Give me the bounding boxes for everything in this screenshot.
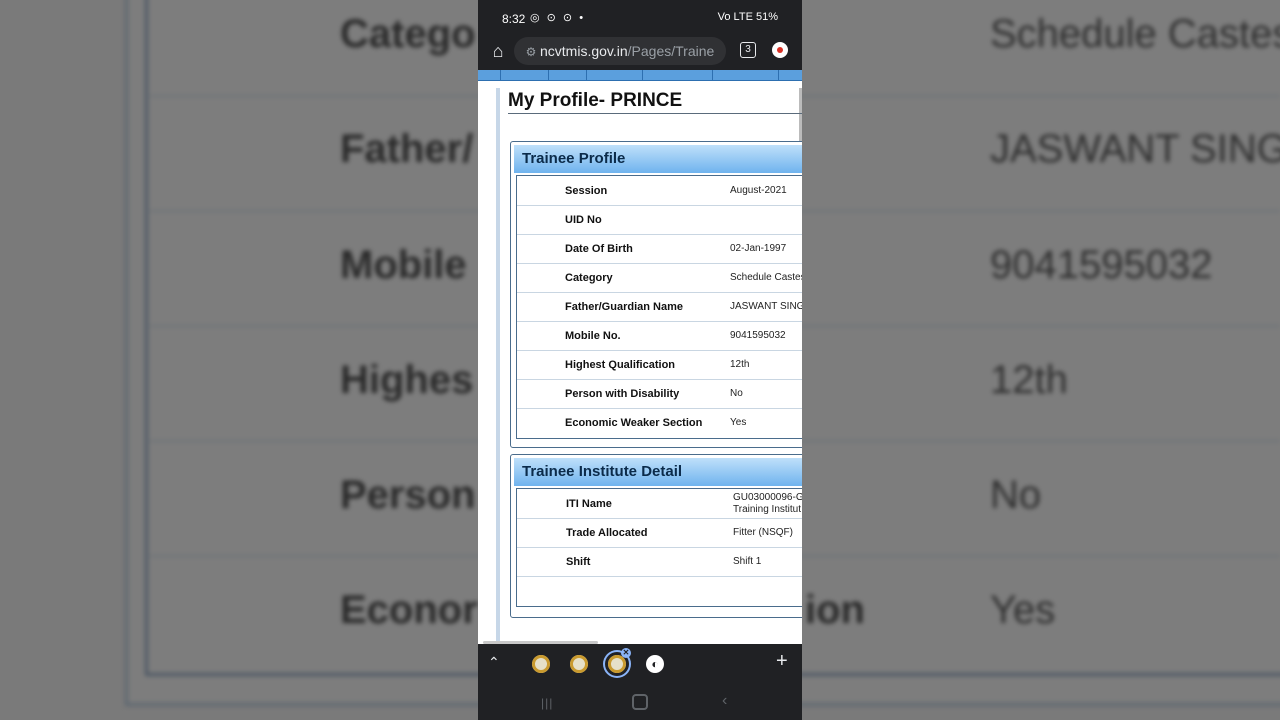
system-nav-bar: ||| ‹ [478, 684, 802, 720]
table-row: Trade Allocated Fitter (NSQF) [517, 518, 802, 548]
bg-value: Schedule Castes [990, 12, 1280, 56]
field-label: Highest Qualification [565, 359, 676, 371]
field-label: Session [565, 185, 608, 197]
trainee-profile-panel: Trainee Profile Session August-2021 UID … [510, 141, 802, 448]
bg-label-fragment: ion [805, 588, 865, 632]
account-menu-icon[interactable] [772, 42, 788, 58]
home-button-icon[interactable] [632, 694, 648, 710]
field-label: UID No [565, 214, 602, 226]
url-host: ncvtmis.gov.in [540, 43, 628, 59]
field-label: Person with Disability [565, 388, 680, 400]
table-row: Person with Disability No [517, 379, 802, 409]
back-icon[interactable]: ‹ [722, 692, 727, 710]
field-value: Schedule Castes [730, 272, 802, 283]
field-value: No [730, 388, 743, 399]
site-info-icon[interactable]: ⚙ [522, 38, 540, 65]
tab-favicon[interactable] [570, 655, 588, 673]
table-row: Economic Weaker Section Yes [517, 408, 802, 437]
field-value: Shift 1 [733, 556, 762, 567]
field-value: 02-Jan-1997 [730, 243, 787, 254]
table-row: Mobile No. 9041595032 [517, 321, 802, 351]
trainee-profile-heading: Trainee Profile [514, 145, 802, 173]
institute-detail-heading: Trainee Institute Detail [514, 458, 802, 486]
chevron-up-icon[interactable]: ⌃ [488, 654, 500, 671]
address-bar[interactable]: ⚙ ncvtmis.gov.in/Pages/Traine [514, 37, 726, 65]
field-label: Shift [566, 556, 591, 568]
bg-label: Mobile [340, 243, 467, 287]
field-label: Economic Weaker Section [565, 417, 703, 429]
field-label: Father/Guardian Name [565, 301, 683, 313]
status-bar: 8:32 ◎ ⊙ ⊙ • Vo LTE 51% [478, 0, 802, 34]
page-title: My Profile- PRINCE [508, 90, 683, 111]
close-tab-icon[interactable]: ✕ [621, 648, 631, 658]
status-time: 8:32 [502, 12, 526, 26]
institute-detail-table: ITI Name GU03000096-G Training Institut T… [516, 488, 802, 607]
field-value: 12th [730, 359, 750, 370]
bg-value: 9041595032 [990, 243, 1213, 287]
field-value: Fitter (NSQF) [733, 527, 793, 538]
field-value: JASWANT SINGH [730, 301, 802, 312]
field-value: August-2021 [730, 185, 787, 196]
field-label: Date Of Birth [565, 243, 633, 255]
recent-apps-icon[interactable]: ||| [541, 696, 555, 710]
trainee-profile-table: Session August-2021 UID No Date Of Birth… [516, 175, 802, 439]
institute-detail-panel: Trainee Institute Detail ITI Name GU0300… [510, 454, 802, 618]
field-label: Category [565, 272, 613, 284]
field-label: Trade Allocated [566, 527, 648, 539]
battery-signal-status: Vo LTE 51% [717, 11, 778, 23]
table-row: Date Of Birth 02-Jan-1997 [517, 234, 802, 264]
table-row: Highest Qualification 12th [517, 350, 802, 380]
phone-screen: 8:32 ◎ ⊙ ⊙ • Vo LTE 51% ⌂ ⚙ ncvtmis.gov.i… [478, 0, 802, 720]
table-row: ITI Name GU03000096-G Training Institut [517, 489, 802, 519]
web-content: My Profile- PRINCE Trainee Profile Sessi… [478, 70, 802, 644]
table-row: Session August-2021 [517, 176, 802, 206]
browser-toolbar: ⌂ ⚙ ncvtmis.gov.in/Pages/Traine 3 [478, 34, 802, 70]
field-value-line: Training Institut [733, 504, 801, 515]
bg-label: Person [340, 473, 476, 517]
bg-label: Econor [340, 588, 478, 632]
home-icon[interactable]: ⌂ [488, 41, 508, 61]
new-tab-button[interactable]: + [776, 650, 788, 673]
url-path: /Pages/Traine [627, 43, 715, 59]
table-row: Father/Guardian Name JASWANT SINGH [517, 292, 802, 322]
left-border [496, 88, 500, 644]
field-value: Yes [730, 417, 747, 428]
site-header-strip [478, 70, 802, 81]
field-label: ITI Name [566, 498, 612, 510]
bg-value: JASWANT SING [990, 127, 1280, 171]
notification-icons: ◎ ⊙ ⊙ • [530, 12, 586, 24]
table-row: UID No [517, 205, 802, 235]
field-label: Mobile No. [565, 330, 621, 342]
tab-switcher-button[interactable]: 3 [740, 42, 756, 58]
field-value: 9041595032 [730, 330, 786, 341]
divider [508, 113, 802, 114]
bg-value: Yes [990, 588, 1056, 632]
bg-label: Highes [340, 358, 474, 402]
bg-label: Father/ [340, 127, 474, 171]
field-value: GU03000096-G Training Institut [733, 492, 802, 516]
globe-icon[interactable]: ◐ [646, 655, 664, 673]
bg-value: 12th [990, 358, 1068, 402]
field-value-line: GU03000096-G [733, 492, 802, 503]
table-row: Shift Shift 1 [517, 547, 802, 577]
tab-favicon[interactable] [532, 655, 550, 673]
tab-strip: ⌃ ✕ ◐ + [478, 644, 802, 684]
bg-label: Catego [340, 12, 476, 56]
bg-value: No [990, 473, 1042, 517]
table-row: Category Schedule Castes [517, 263, 802, 293]
